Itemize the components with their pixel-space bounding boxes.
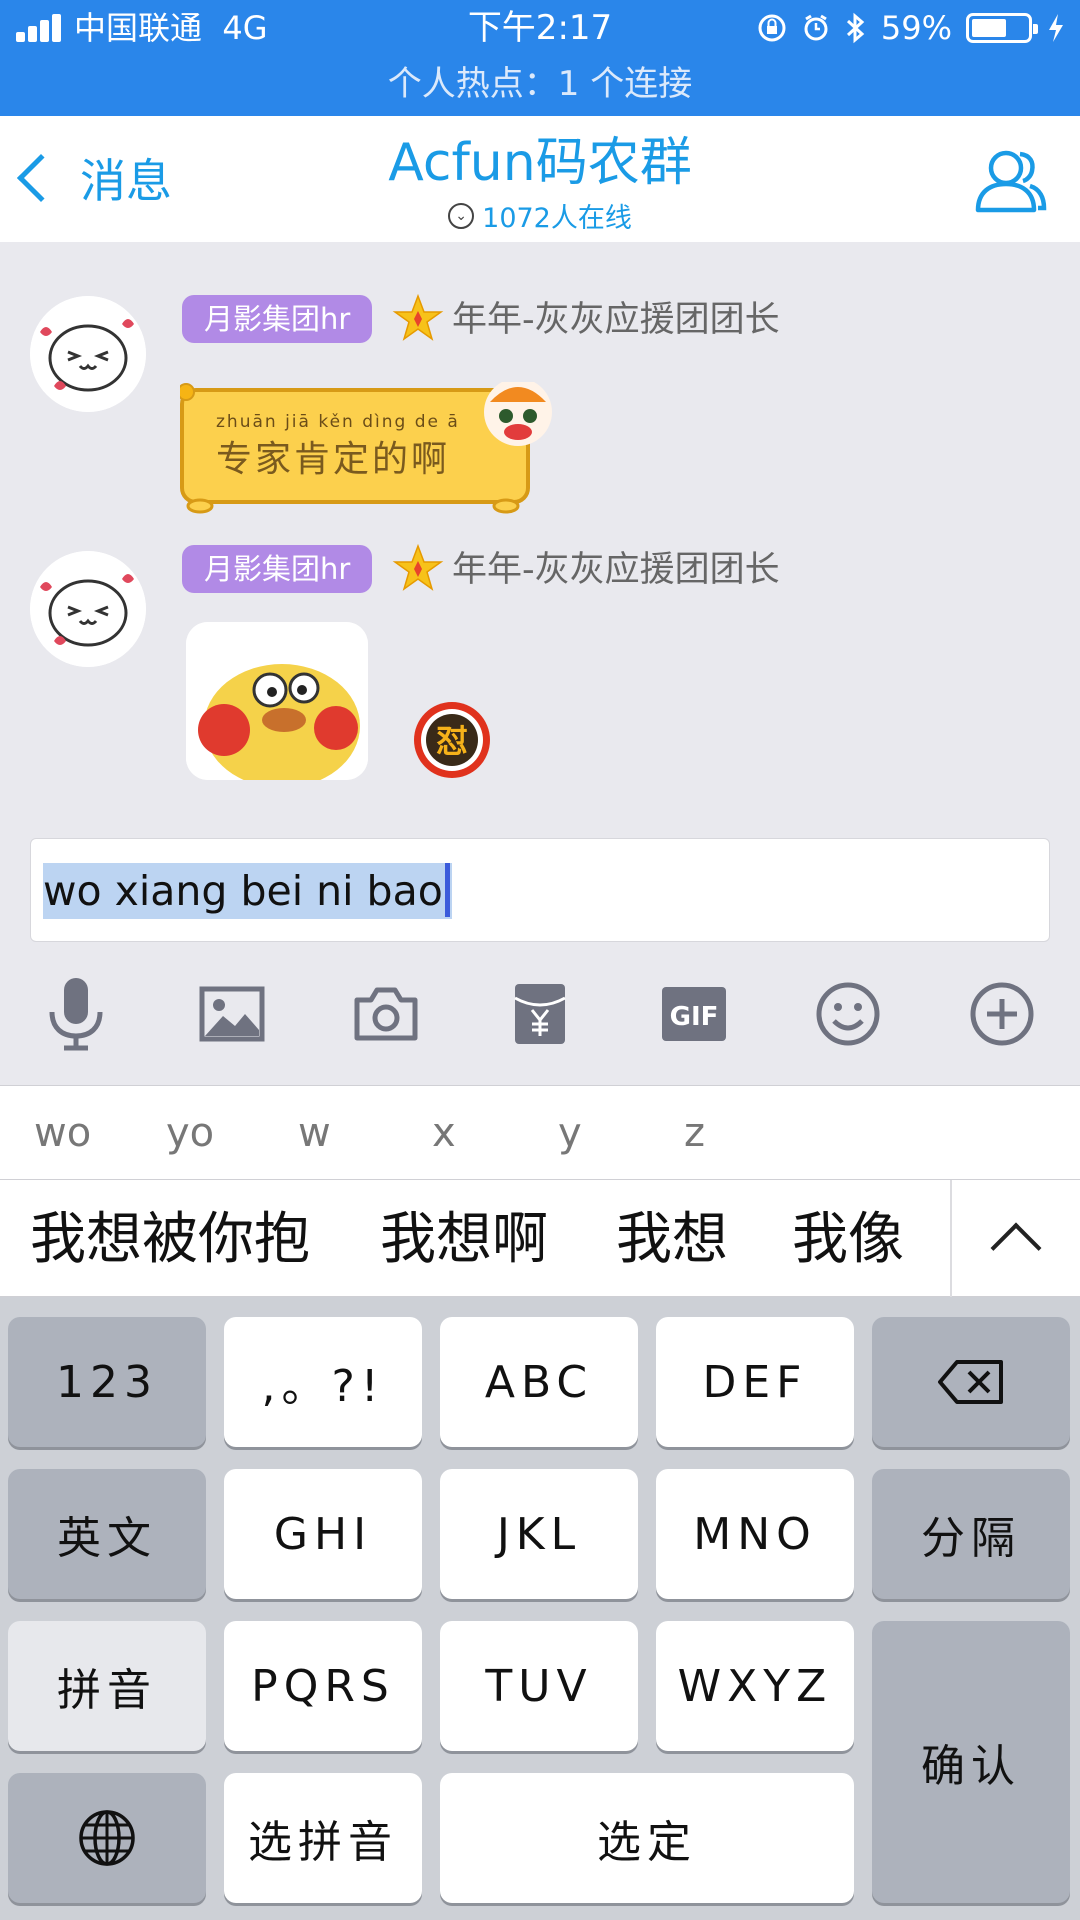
gif-icon: GIF xyxy=(662,987,726,1041)
more-button[interactable] xyxy=(962,974,1042,1054)
chevron-up-icon xyxy=(990,1222,1042,1274)
online-count: 1072人在线 xyxy=(482,203,632,234)
message-input-text[interactable]: wo xiang bei ni bao xyxy=(43,863,452,919)
key-tuv[interactable]: TUV xyxy=(440,1621,638,1751)
input-value: wo xiang bei ni bao xyxy=(43,867,443,915)
pinyin-option[interactable]: yo xyxy=(166,1108,214,1158)
globe-icon xyxy=(79,1810,135,1866)
photo-button[interactable] xyxy=(192,974,272,1054)
key-jkl[interactable]: JKL xyxy=(440,1469,638,1599)
text-caret xyxy=(444,863,450,917)
status-right: 59% xyxy=(757,8,1066,48)
status-bar: 中国联通 4G 下午2:17 59% 个人热点：1 个连接 xyxy=(0,0,1080,116)
pinyin-option[interactable]: z xyxy=(684,1108,705,1158)
pinyin-option[interactable]: w xyxy=(298,1108,331,1158)
candidate-word[interactable]: 我想 xyxy=(616,1208,728,1272)
reaction-badge-text: 怼 xyxy=(436,722,468,760)
message-item[interactable]: 月影集团hr 年年-灰灰应援团团长 zhuān jiā kěn dìng de … xyxy=(0,290,1080,514)
star-icon xyxy=(392,293,444,341)
key-confirm[interactable]: 确认 xyxy=(872,1621,1070,1903)
camera-button[interactable] xyxy=(346,974,426,1054)
key-pinyin[interactable]: 拼音 xyxy=(8,1621,206,1751)
message-input[interactable]: wo xiang bei ni bao xyxy=(30,838,1050,942)
red-packet-button[interactable] xyxy=(500,974,580,1054)
chevron-down-icon: ⌄ xyxy=(448,202,475,229)
status-row: 中国联通 4G 下午2:17 59% xyxy=(0,0,1080,58)
key-123[interactable]: 123 xyxy=(8,1317,206,1447)
pinyin-option[interactable]: wo xyxy=(34,1108,91,1158)
candidate-word[interactable]: 我像 xyxy=(792,1208,904,1272)
backspace-key[interactable] xyxy=(872,1317,1070,1447)
red-packet-icon xyxy=(514,984,566,1044)
alarm-icon xyxy=(804,14,828,41)
member-title-badge: 月影集团hr xyxy=(182,295,373,343)
chat-toolbar: GIF xyxy=(0,960,1080,1070)
star-icon xyxy=(392,543,444,591)
key-abc[interactable]: ABC xyxy=(440,1317,638,1447)
avatar[interactable] xyxy=(30,296,146,412)
globe-key[interactable] xyxy=(8,1773,206,1903)
online-status[interactable]: ⌄ 1072人在线 xyxy=(0,196,1080,235)
key-ghi[interactable]: GHI xyxy=(224,1469,422,1599)
key-english[interactable]: 英文 xyxy=(8,1469,206,1599)
message-item[interactable]: 月影集团hr 年年-灰灰应援团团长 怼 xyxy=(0,543,1080,795)
candidate-word[interactable]: 我想被你抱 xyxy=(30,1208,310,1272)
reaction-badge[interactable]: 怼 xyxy=(412,700,492,780)
image-message[interactable] xyxy=(186,622,368,780)
key-mno[interactable]: MNO xyxy=(656,1469,854,1599)
voice-button[interactable] xyxy=(36,974,116,1054)
image-icon xyxy=(199,986,265,1042)
bluetooth-icon xyxy=(846,12,865,44)
key-separator[interactable]: 分隔 xyxy=(872,1469,1070,1599)
backspace-icon xyxy=(938,1360,1003,1404)
member-title-badge: 月影集团hr xyxy=(182,545,373,593)
key-def[interactable]: DEF xyxy=(656,1317,854,1447)
emoji-icon xyxy=(816,982,880,1046)
emoji-button[interactable] xyxy=(808,974,888,1054)
pinyin-option[interactable]: y xyxy=(558,1108,582,1158)
ime-keyboard: wo yo w x y z 我想被你抱 我想啊 我想 我像 123 ,。?! A… xyxy=(0,1085,1080,1920)
sticker-message[interactable]: zhuān jiā kěn dìng de ā 专家肯定的啊 xyxy=(180,382,560,522)
gif-button[interactable]: GIF xyxy=(654,974,734,1054)
plus-icon xyxy=(970,982,1034,1046)
battery-percent: 59% xyxy=(880,9,952,47)
avatar[interactable] xyxy=(30,551,146,667)
mic-icon xyxy=(49,978,103,1051)
sticker-text: 专家肯定的啊 xyxy=(216,439,451,480)
key-punctuation[interactable]: ,。?! xyxy=(224,1317,422,1447)
group-title[interactable]: Acfun码农群 xyxy=(0,132,1080,194)
sender-name[interactable]: 年年-灰灰应援团团长 xyxy=(452,295,780,345)
avatar-image xyxy=(30,551,146,667)
key-pqrs[interactable]: PQRS xyxy=(224,1621,422,1751)
expand-candidates-button[interactable] xyxy=(952,1180,1080,1298)
sticker-pinyin: zhuān jiā kěn dìng de ā xyxy=(216,412,460,432)
candidate-word[interactable]: 我想啊 xyxy=(380,1208,548,1272)
charging-icon xyxy=(1049,14,1063,42)
candidate-bar: 我想被你抱 我想啊 我想 我像 xyxy=(0,1179,1080,1298)
pinyin-option[interactable]: x xyxy=(432,1108,456,1158)
key-wxyz[interactable]: WXYZ xyxy=(656,1621,854,1751)
key-choose[interactable]: 选定 xyxy=(440,1773,854,1903)
sender-name[interactable]: 年年-灰灰应援团团长 xyxy=(452,545,780,595)
chat-header: 消息 Acfun码农群 ⌄ 1072人在线 xyxy=(0,116,1080,242)
key-choose-pinyin[interactable]: 选拼音 xyxy=(224,1773,422,1903)
gif-label: GIF xyxy=(670,1002,719,1032)
group-members-icon[interactable] xyxy=(970,140,1050,220)
camera-icon xyxy=(354,987,418,1041)
pinyin-options-row: wo yo w x y z xyxy=(0,1085,1080,1179)
hotspot-banner[interactable]: 个人热点：1 个连接 xyxy=(0,62,1080,106)
avatar-image xyxy=(30,296,146,412)
keypad: 123 ,。?! ABC DEF 英文 GHI JKL MNO 分隔 拼音 PQ… xyxy=(0,1297,1080,1920)
duck-sticker-image xyxy=(186,622,368,780)
battery-icon xyxy=(966,13,1038,43)
rotation-lock-icon xyxy=(758,14,786,42)
